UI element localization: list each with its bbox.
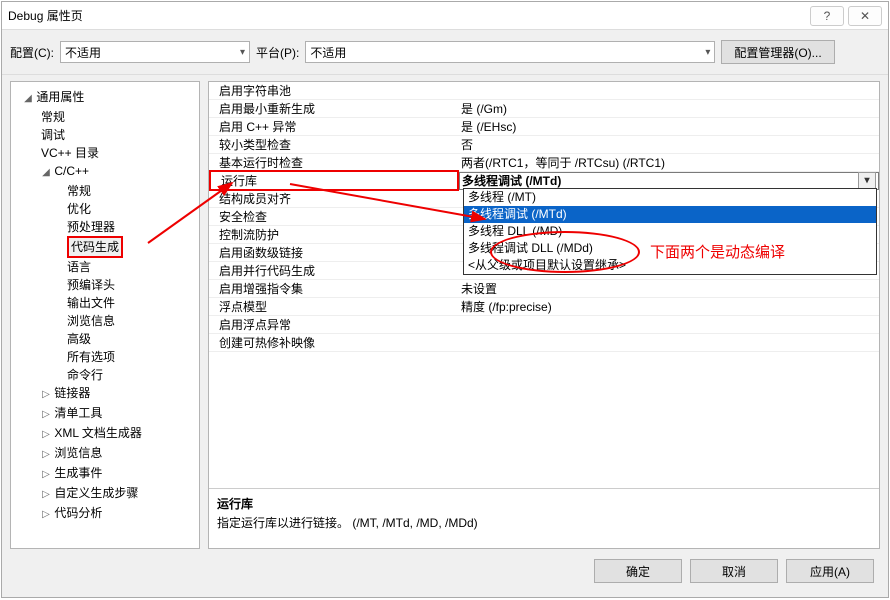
tree-item[interactable]: 调试 bbox=[11, 126, 199, 144]
platform-combo[interactable]: 不适用 bbox=[305, 41, 715, 63]
property-row[interactable]: 启用字符串池 bbox=[209, 82, 879, 100]
tree-item[interactable]: 输出文件 bbox=[11, 294, 199, 312]
tree-root[interactable]: ◢ 通用属性 bbox=[11, 88, 199, 108]
property-name: 启用增强指令集 bbox=[209, 280, 459, 297]
property-value[interactable]: 多线程调试 (/MTd) bbox=[459, 172, 879, 190]
property-row[interactable]: 启用浮点异常 bbox=[209, 316, 879, 334]
property-name: 启用 C++ 异常 bbox=[209, 118, 459, 135]
dropdown-option[interactable]: 多线程 DLL (/MD) bbox=[464, 223, 876, 240]
property-name: 运行库 bbox=[209, 170, 459, 191]
nav-tree[interactable]: ◢ 通用属性 常规 调试 VC++ 目录 ◢ C/C++ 常规 优化 预处理器 … bbox=[10, 81, 200, 549]
property-row[interactable]: 启用增强指令集未设置 bbox=[209, 280, 879, 298]
tree-item[interactable]: ▷ 自定义生成步骤 bbox=[11, 484, 199, 504]
tree-item[interactable]: 高级 bbox=[11, 330, 199, 348]
runtime-library-dropdown[interactable]: 多线程 (/MT) 多线程调试 (/MTd) 多线程 DLL (/MD) 多线程… bbox=[463, 188, 877, 275]
titlebar: Debug 属性页 ? ✕ bbox=[2, 2, 888, 30]
property-value[interactable]: 是 (/Gm) bbox=[459, 100, 879, 117]
property-name: 启用并行代码生成 bbox=[209, 262, 459, 279]
dropdown-option-selected[interactable]: 多线程调试 (/MTd) bbox=[464, 206, 876, 223]
property-page-window: Debug 属性页 ? ✕ 配置(C): 不适用 平台(P): 不适用 配置管理… bbox=[1, 1, 889, 598]
property-name: 创建可热修补映像 bbox=[209, 334, 459, 351]
config-manager-button[interactable]: 配置管理器(O)... bbox=[721, 40, 834, 64]
property-row[interactable]: 创建可热修补映像 bbox=[209, 334, 879, 352]
property-list: 启用字符串池启用最小重新生成是 (/Gm)启用 C++ 异常是 (/EHsc)较… bbox=[209, 82, 879, 488]
property-value[interactable]: 两者(/RTC1，等同于 /RTCsu) (/RTC1) bbox=[459, 154, 879, 171]
property-name: 结构成员对齐 bbox=[209, 190, 459, 207]
tree-item-codegen[interactable]: 代码生成 bbox=[11, 236, 199, 258]
dropdown-option[interactable]: 多线程调试 DLL (/MDd) bbox=[464, 240, 876, 257]
tree-item[interactable]: 语言 bbox=[11, 258, 199, 276]
property-grid: 启用字符串池启用最小重新生成是 (/Gm)启用 C++ 异常是 (/EHsc)较… bbox=[208, 81, 880, 549]
ok-button[interactable]: 确定 bbox=[594, 559, 682, 583]
tree-item[interactable]: 命令行 bbox=[11, 366, 199, 384]
property-value[interactable]: 否 bbox=[459, 136, 879, 153]
property-row[interactable]: 启用 C++ 异常是 (/EHsc) bbox=[209, 118, 879, 136]
dropdown-option[interactable]: 多线程 (/MT) bbox=[464, 189, 876, 206]
property-value[interactable]: 是 (/EHsc) bbox=[459, 118, 879, 135]
property-name: 控制流防护 bbox=[209, 226, 459, 243]
tree-item[interactable]: 所有选项 bbox=[11, 348, 199, 366]
dropdown-option[interactable]: <从父级或项目默认设置继承> bbox=[464, 257, 876, 274]
tree-item[interactable]: ▷ 清单工具 bbox=[11, 404, 199, 424]
desc-text: 指定运行库以进行链接。 (/MT, /MTd, /MD, /MDd) bbox=[217, 514, 871, 531]
tree-cpp[interactable]: ◢ C/C++ bbox=[11, 162, 199, 182]
tree-item[interactable]: 常规 bbox=[11, 182, 199, 200]
tree-item[interactable]: ▷ 生成事件 bbox=[11, 464, 199, 484]
tree-item[interactable]: 常规 bbox=[11, 108, 199, 126]
main-area: ◢ 通用属性 常规 调试 VC++ 目录 ◢ C/C++ 常规 优化 预处理器 … bbox=[2, 75, 888, 549]
dialog-footer: 确定 取消 应用(A) bbox=[2, 549, 888, 597]
property-name: 启用字符串池 bbox=[209, 82, 459, 99]
property-name: 较小类型检查 bbox=[209, 136, 459, 153]
tree-item[interactable]: 预编译头 bbox=[11, 276, 199, 294]
property-value[interactable]: 未设置 bbox=[459, 280, 879, 297]
help-icon[interactable]: ? bbox=[810, 6, 844, 26]
property-row[interactable]: 浮点模型精度 (/fp:precise) bbox=[209, 298, 879, 316]
property-row[interactable]: 较小类型检查否 bbox=[209, 136, 879, 154]
property-description: 运行库 指定运行库以进行链接。 (/MT, /MTd, /MD, /MDd) bbox=[209, 488, 879, 548]
tree-item[interactable]: ▷ XML 文档生成器 bbox=[11, 424, 199, 444]
platform-label: 平台(P): bbox=[256, 44, 299, 61]
tree-item[interactable]: ▷ 浏览信息 bbox=[11, 444, 199, 464]
config-value: 不适用 bbox=[65, 44, 101, 61]
window-buttons: ? ✕ bbox=[810, 6, 882, 26]
property-row[interactable]: 启用最小重新生成是 (/Gm) bbox=[209, 100, 879, 118]
close-icon[interactable]: ✕ bbox=[848, 6, 882, 26]
property-name: 启用函数级链接 bbox=[209, 244, 459, 261]
property-name: 基本运行时检查 bbox=[209, 154, 459, 171]
property-name: 安全检查 bbox=[209, 208, 459, 225]
cancel-button[interactable]: 取消 bbox=[690, 559, 778, 583]
platform-value: 不适用 bbox=[310, 44, 346, 61]
tree-item[interactable]: 优化 bbox=[11, 200, 199, 218]
tree-item[interactable]: ▷ 代码分析 bbox=[11, 504, 199, 524]
tree-item[interactable]: 浏览信息 bbox=[11, 312, 199, 330]
apply-button[interactable]: 应用(A) bbox=[786, 559, 874, 583]
property-value[interactable]: 精度 (/fp:precise) bbox=[459, 298, 879, 315]
config-label: 配置(C): bbox=[10, 44, 54, 61]
tree-item[interactable]: 预处理器 bbox=[11, 218, 199, 236]
tree-item[interactable]: VC++ 目录 bbox=[11, 144, 199, 162]
config-combo[interactable]: 不适用 bbox=[60, 41, 250, 63]
property-name: 浮点模型 bbox=[209, 298, 459, 315]
toolbar: 配置(C): 不适用 平台(P): 不适用 配置管理器(O)... bbox=[2, 30, 888, 75]
window-title: Debug 属性页 bbox=[8, 7, 83, 24]
property-name: 启用浮点异常 bbox=[209, 316, 459, 333]
desc-title: 运行库 bbox=[217, 495, 871, 512]
tree-item[interactable]: ▷ 链接器 bbox=[11, 384, 199, 404]
property-name: 启用最小重新生成 bbox=[209, 100, 459, 117]
